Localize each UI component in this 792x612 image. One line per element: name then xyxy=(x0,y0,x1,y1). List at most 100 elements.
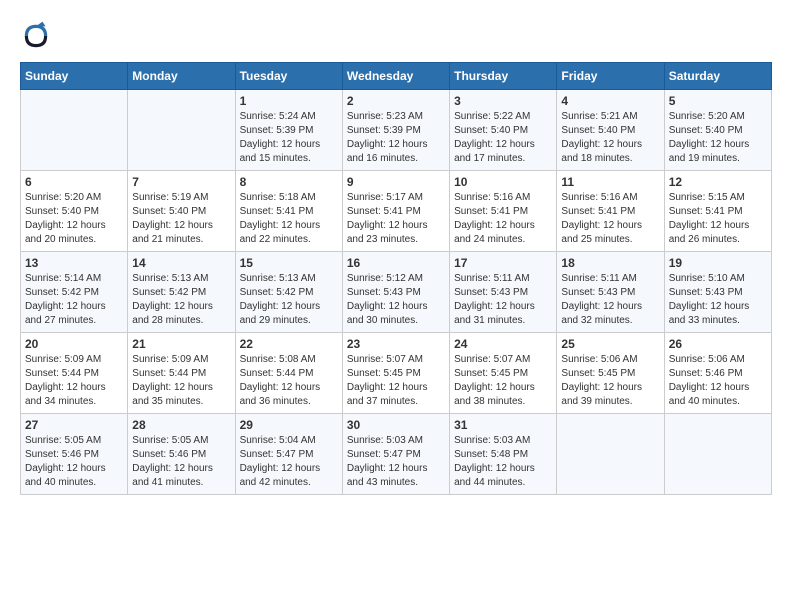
day-number: 30 xyxy=(347,418,445,432)
day-number: 21 xyxy=(132,337,230,351)
calendar-day-cell: 13Sunrise: 5:14 AM Sunset: 5:42 PM Dayli… xyxy=(21,252,128,333)
day-info: Sunrise: 5:23 AM Sunset: 5:39 PM Dayligh… xyxy=(347,110,445,166)
calendar-day-cell: 12 Sunrise: 5:15 AM Sunset: 5:41 PM Dayli… xyxy=(664,171,771,252)
day-number: 29 xyxy=(240,418,338,432)
calendar-day-cell: 30 Sunrise: 5:03 AM Sunset: 5:47 PM Dayli… xyxy=(342,414,449,495)
day-info: Sunrise: 5:14 AM Sunset: 5:42 PM Dayligh… xyxy=(25,272,123,328)
calendar-day-cell: 20 Sunrise: 5:09 AM Sunset: 5:44 PM Dayli… xyxy=(21,333,128,414)
logo-icon xyxy=(20,20,52,52)
day-info: Sunrise: 5:11 AM Sunset: 5:43 PM Dayligh… xyxy=(454,272,552,328)
day-info: Sunrise: 5:20 AM Sunset: 5:40 PM Dayligh… xyxy=(669,110,767,166)
calendar-day-cell: 22 Sunrise: 5:08 AM Sunset: 5:44 PM Dayli… xyxy=(235,333,342,414)
logo xyxy=(20,20,58,52)
day-number: 27 xyxy=(25,418,123,432)
day-number: 4 xyxy=(561,94,659,108)
day-info: Sunrise: 5:03 AM Sunset: 5:47 PM Dayligh… xyxy=(347,434,445,490)
day-info: Sunrise: 5:10 AM Sunset: 5:43 PM Dayligh… xyxy=(669,272,767,328)
day-info: Sunrise: 5:24 AM Sunset: 5:39 PM Dayligh… xyxy=(240,110,338,166)
calendar-day-cell xyxy=(557,414,664,495)
calendar-day-cell: 9 Sunrise: 5:17 AM Sunset: 5:41 PM Daylig… xyxy=(342,171,449,252)
calendar-day-cell: 24 Sunrise: 5:07 AM Sunset: 5:45 PM Dayli… xyxy=(450,333,557,414)
day-info: Sunrise: 5:21 AM Sunset: 5:40 PM Dayligh… xyxy=(561,110,659,166)
weekday-header: Friday xyxy=(557,63,664,90)
day-number: 16 xyxy=(347,256,445,270)
day-number: 24 xyxy=(454,337,552,351)
day-number: 15 xyxy=(240,256,338,270)
day-info: Sunrise: 5:05 AM Sunset: 5:46 PM Dayligh… xyxy=(25,434,123,490)
day-info: Sunrise: 5:09 AM Sunset: 5:44 PM Dayligh… xyxy=(25,353,123,409)
day-number: 8 xyxy=(240,175,338,189)
calendar-week-row: 6 Sunrise: 5:20 AM Sunset: 5:40 PM Daylig… xyxy=(21,171,772,252)
day-info: Sunrise: 5:06 AM Sunset: 5:45 PM Dayligh… xyxy=(561,353,659,409)
day-number: 25 xyxy=(561,337,659,351)
day-info: Sunrise: 5:20 AM Sunset: 5:40 PM Dayligh… xyxy=(25,191,123,247)
calendar-day-cell: 23 Sunrise: 5:07 AM Sunset: 5:45 PM Dayli… xyxy=(342,333,449,414)
calendar-day-cell: 4 Sunrise: 5:21 AM Sunset: 5:40 PM Daylig… xyxy=(557,90,664,171)
day-number: 7 xyxy=(132,175,230,189)
day-info: Sunrise: 5:06 AM Sunset: 5:46 PM Dayligh… xyxy=(669,353,767,409)
calendar-day-cell: 18 Sunrise: 5:11 AM Sunset: 5:43 PM Dayli… xyxy=(557,252,664,333)
calendar-week-row: 13Sunrise: 5:14 AM Sunset: 5:42 PM Dayli… xyxy=(21,252,772,333)
weekday-header: Wednesday xyxy=(342,63,449,90)
day-number: 9 xyxy=(347,175,445,189)
calendar-week-row: 1 Sunrise: 5:24 AM Sunset: 5:39 PM Daylig… xyxy=(21,90,772,171)
day-number: 2 xyxy=(347,94,445,108)
day-info: Sunrise: 5:07 AM Sunset: 5:45 PM Dayligh… xyxy=(454,353,552,409)
day-info: Sunrise: 5:16 AM Sunset: 5:41 PM Dayligh… xyxy=(454,191,552,247)
day-number: 12 xyxy=(669,175,767,189)
weekday-header: Saturday xyxy=(664,63,771,90)
calendar-day-cell: 6 Sunrise: 5:20 AM Sunset: 5:40 PM Daylig… xyxy=(21,171,128,252)
day-number: 20 xyxy=(25,337,123,351)
day-info: Sunrise: 5:18 AM Sunset: 5:41 PM Dayligh… xyxy=(240,191,338,247)
day-info: Sunrise: 5:22 AM Sunset: 5:40 PM Dayligh… xyxy=(454,110,552,166)
day-info: Sunrise: 5:17 AM Sunset: 5:41 PM Dayligh… xyxy=(347,191,445,247)
day-number: 28 xyxy=(132,418,230,432)
calendar-day-cell: 29 Sunrise: 5:04 AM Sunset: 5:47 PM Dayli… xyxy=(235,414,342,495)
day-number: 11 xyxy=(561,175,659,189)
day-info: Sunrise: 5:11 AM Sunset: 5:43 PM Dayligh… xyxy=(561,272,659,328)
calendar-day-cell: 26 Sunrise: 5:06 AM Sunset: 5:46 PM Dayli… xyxy=(664,333,771,414)
day-info: Sunrise: 5:12 AM Sunset: 5:43 PM Dayligh… xyxy=(347,272,445,328)
calendar-week-row: 20 Sunrise: 5:09 AM Sunset: 5:44 PM Dayli… xyxy=(21,333,772,414)
weekday-header: Tuesday xyxy=(235,63,342,90)
day-number: 10 xyxy=(454,175,552,189)
weekday-header: Sunday xyxy=(21,63,128,90)
calendar-day-cell: 3 Sunrise: 5:22 AM Sunset: 5:40 PM Daylig… xyxy=(450,90,557,171)
day-number: 26 xyxy=(669,337,767,351)
weekday-header: Thursday xyxy=(450,63,557,90)
day-info: Sunrise: 5:13 AM Sunset: 5:42 PM Dayligh… xyxy=(240,272,338,328)
day-info: Sunrise: 5:16 AM Sunset: 5:41 PM Dayligh… xyxy=(561,191,659,247)
day-info: Sunrise: 5:08 AM Sunset: 5:44 PM Dayligh… xyxy=(240,353,338,409)
day-info: Sunrise: 5:15 AM Sunset: 5:41 PM Dayligh… xyxy=(669,191,767,247)
calendar-day-cell: 27 Sunrise: 5:05 AM Sunset: 5:46 PM Dayli… xyxy=(21,414,128,495)
calendar-day-cell: 5Sunrise: 5:20 AM Sunset: 5:40 PM Daylig… xyxy=(664,90,771,171)
calendar-day-cell: 14Sunrise: 5:13 AM Sunset: 5:42 PM Dayli… xyxy=(128,252,235,333)
day-info: Sunrise: 5:13 AM Sunset: 5:42 PM Dayligh… xyxy=(132,272,230,328)
calendar-day-cell: 21Sunrise: 5:09 AM Sunset: 5:44 PM Dayli… xyxy=(128,333,235,414)
day-info: Sunrise: 5:05 AM Sunset: 5:46 PM Dayligh… xyxy=(132,434,230,490)
calendar-day-cell: 31Sunrise: 5:03 AM Sunset: 5:48 PM Dayli… xyxy=(450,414,557,495)
day-number: 1 xyxy=(240,94,338,108)
day-number: 19 xyxy=(669,256,767,270)
day-number: 22 xyxy=(240,337,338,351)
calendar-day-cell: 15 Sunrise: 5:13 AM Sunset: 5:42 PM Dayli… xyxy=(235,252,342,333)
calendar-day-cell xyxy=(128,90,235,171)
day-info: Sunrise: 5:19 AM Sunset: 5:40 PM Dayligh… xyxy=(132,191,230,247)
calendar-table: SundayMondayTuesdayWednesdayThursdayFrid… xyxy=(20,62,772,495)
calendar-day-cell: 19 Sunrise: 5:10 AM Sunset: 5:43 PM Dayli… xyxy=(664,252,771,333)
day-number: 18 xyxy=(561,256,659,270)
calendar-day-cell: 1 Sunrise: 5:24 AM Sunset: 5:39 PM Daylig… xyxy=(235,90,342,171)
day-number: 3 xyxy=(454,94,552,108)
calendar-day-cell: 11 Sunrise: 5:16 AM Sunset: 5:41 PM Dayli… xyxy=(557,171,664,252)
calendar-day-cell: 25 Sunrise: 5:06 AM Sunset: 5:45 PM Dayli… xyxy=(557,333,664,414)
calendar-day-cell: 7 Sunrise: 5:19 AM Sunset: 5:40 PM Daylig… xyxy=(128,171,235,252)
calendar-day-cell: 28 Sunrise: 5:05 AM Sunset: 5:46 PM Dayli… xyxy=(128,414,235,495)
page-header xyxy=(20,20,772,52)
day-number: 17 xyxy=(454,256,552,270)
day-number: 23 xyxy=(347,337,445,351)
day-number: 6 xyxy=(25,175,123,189)
day-info: Sunrise: 5:07 AM Sunset: 5:45 PM Dayligh… xyxy=(347,353,445,409)
calendar-day-cell xyxy=(21,90,128,171)
day-info: Sunrise: 5:04 AM Sunset: 5:47 PM Dayligh… xyxy=(240,434,338,490)
calendar-day-cell: 2 Sunrise: 5:23 AM Sunset: 5:39 PM Daylig… xyxy=(342,90,449,171)
